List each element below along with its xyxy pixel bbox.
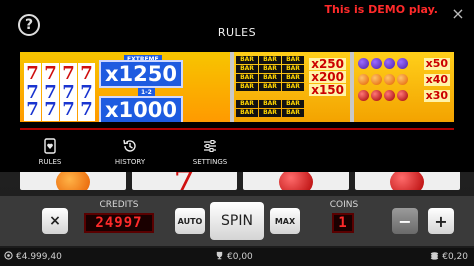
bar-symbol: BAR bbox=[282, 83, 304, 91]
multiplier-x50: x50 bbox=[423, 57, 450, 70]
tab-rules[interactable]: RULES bbox=[20, 138, 80, 166]
bar-symbol: BAR bbox=[259, 83, 281, 91]
decrease-coins-button[interactable]: − bbox=[392, 208, 418, 234]
paytable: EXTREME 7 7 7 7 x1250 7 7 7 7 bbox=[20, 52, 454, 122]
bar-symbol: BAR bbox=[282, 109, 304, 117]
multiplier-x40: x40 bbox=[423, 73, 450, 86]
bar-symbol: BAR bbox=[236, 65, 258, 73]
auto-button[interactable]: AUTO bbox=[175, 208, 205, 234]
orange-icon bbox=[397, 74, 408, 85]
seven-symbol: 7 bbox=[24, 99, 41, 121]
wallet-icon bbox=[4, 251, 13, 263]
bar-symbols: BAR BAR BAR BAR BAR BAR bbox=[236, 100, 304, 117]
bar-symbol: BAR bbox=[236, 100, 258, 108]
credits-display: 24997 bbox=[84, 213, 154, 233]
tab-settings[interactable]: SETTINGS bbox=[180, 138, 240, 166]
rules-title: RULES bbox=[217, 26, 257, 39]
plum-icon bbox=[384, 58, 395, 69]
bar-symbol: BAR bbox=[259, 109, 281, 117]
balance: €4.999,40 bbox=[4, 251, 62, 263]
cherry-icon bbox=[358, 90, 369, 101]
multiplier-x200: x200 bbox=[309, 70, 346, 84]
increase-coins-button[interactable]: + bbox=[428, 208, 454, 234]
multiplier-x1250: x1250 bbox=[99, 60, 183, 88]
bar-symbol: BAR bbox=[236, 83, 258, 91]
multiplier-x250: x250 bbox=[309, 57, 346, 71]
tab-history[interactable]: HISTORY bbox=[100, 138, 160, 166]
cherry-icon bbox=[397, 90, 408, 101]
demo-play-notice: This is DEMO play. bbox=[324, 3, 438, 16]
sliders-icon bbox=[180, 138, 240, 154]
cherry-icon bbox=[371, 90, 382, 101]
cherry-icon bbox=[384, 90, 395, 101]
paytable-fruits: x50 x40 x30 bbox=[354, 52, 454, 122]
status-bar: €4.999,40 €0,00 €0,20 bbox=[0, 248, 474, 266]
spin-button[interactable]: SPIN bbox=[210, 202, 264, 240]
paytable-sevens: EXTREME 7 7 7 7 x1250 7 7 7 7 bbox=[20, 52, 230, 122]
bet-amount: €0,20 bbox=[430, 251, 468, 263]
bar-symbol: BAR bbox=[259, 65, 281, 73]
plum-icon bbox=[397, 58, 408, 69]
orange-row bbox=[358, 74, 408, 85]
close-button[interactable]: × bbox=[42, 208, 68, 234]
orange-icon bbox=[358, 74, 369, 85]
game-stage: 7 ? This is DEMO play. × RULES EXTREME 7… bbox=[0, 0, 474, 266]
tab-history-label: HISTORY bbox=[114, 158, 146, 166]
win-value: €0,00 bbox=[227, 252, 253, 262]
cherry-row bbox=[358, 90, 408, 101]
coins-stack-icon bbox=[430, 251, 439, 263]
seven-symbol: 7 bbox=[60, 99, 77, 121]
bar-symbol: BAR bbox=[259, 100, 281, 108]
multiplier-x1000: x1000 bbox=[99, 96, 183, 122]
plum-icon bbox=[358, 58, 369, 69]
seven-symbol: 7 bbox=[42, 99, 59, 121]
max-button[interactable]: MAX bbox=[270, 208, 300, 234]
bar-symbol: BAR bbox=[282, 65, 304, 73]
bar-symbol: BAR bbox=[259, 74, 281, 82]
bar-symbol: BAR bbox=[282, 74, 304, 82]
win-amount: €0,00 bbox=[215, 251, 253, 263]
bar-symbol: BAR bbox=[236, 109, 258, 117]
tab-rules-label: RULES bbox=[38, 158, 62, 166]
heart-card-icon bbox=[20, 138, 80, 154]
rules-overlay: ? This is DEMO play. × RULES EXTREME 7 7… bbox=[0, 0, 474, 172]
multiplier-x150: x150 bbox=[309, 83, 346, 97]
trophy-icon bbox=[215, 251, 224, 263]
bar-symbol: BAR bbox=[282, 100, 304, 108]
close-icon[interactable]: × bbox=[450, 6, 466, 22]
history-icon bbox=[100, 138, 160, 154]
balance-value: €4.999,40 bbox=[16, 252, 62, 262]
divider bbox=[20, 128, 454, 130]
orange-icon bbox=[384, 74, 395, 85]
credits-label: CREDITS bbox=[99, 200, 139, 210]
bar-symbol: BAR bbox=[236, 56, 258, 64]
bar-symbol: BAR bbox=[282, 56, 304, 64]
multiplier-x30: x30 bbox=[423, 89, 450, 102]
bar-symbol: BAR bbox=[236, 74, 258, 82]
blue-sevens: 7 7 7 7 bbox=[24, 99, 95, 121]
control-panel: × CREDITS 24997 AUTO SPIN MAX COINS 1 − … bbox=[0, 196, 474, 246]
coins-display: 1 bbox=[332, 213, 354, 233]
plum-icon bbox=[371, 58, 382, 69]
bar-symbols: BAR BAR BAR BAR BAR BAR BAR BAR BAR BAR BAR BAR bbox=[236, 56, 304, 91]
bet-value: €0,20 bbox=[442, 252, 468, 262]
coins-label: COINS bbox=[329, 200, 359, 210]
plum-row bbox=[358, 58, 408, 69]
orange-icon bbox=[371, 74, 382, 85]
tab-settings-label: SETTINGS bbox=[192, 158, 228, 166]
bar-symbol: BAR bbox=[259, 56, 281, 64]
paytable-bars: BAR BAR BAR BAR BAR BAR BAR BAR BAR BAR BAR BAR … bbox=[234, 52, 350, 122]
paytable-row-blue-sevens: 7 7 7 7 x1000 bbox=[24, 96, 183, 122]
rules-tabs: RULES HISTORY SETTINGS bbox=[0, 134, 474, 170]
seven-symbol: 7 bbox=[78, 99, 95, 121]
